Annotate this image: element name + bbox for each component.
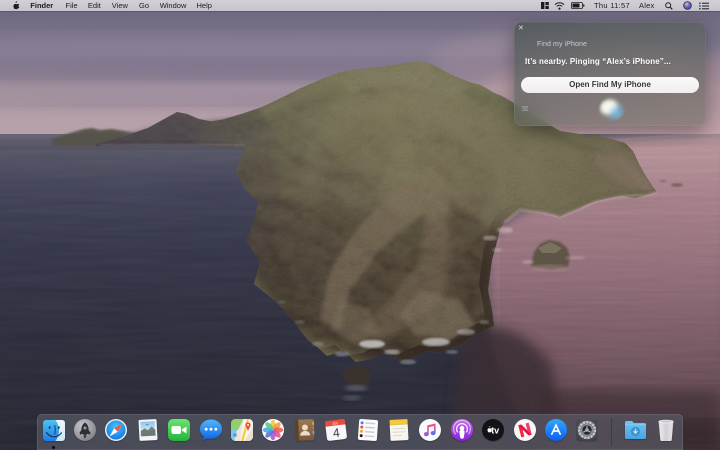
svg-text:tv: tv xyxy=(491,426,499,436)
